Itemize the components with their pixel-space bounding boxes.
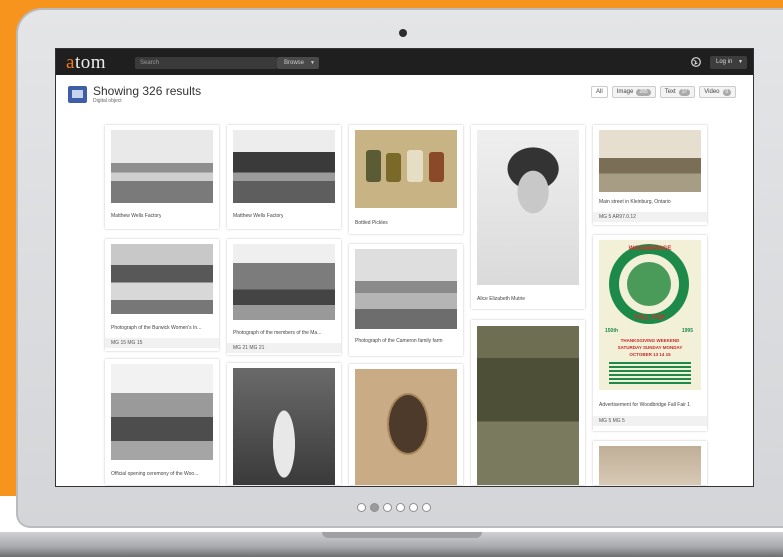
portrait-photo (599, 446, 701, 485)
chevron-down-icon: ▼ (738, 59, 743, 65)
count-badge: 0 (722, 88, 732, 96)
oval-portrait-photo (355, 369, 457, 485)
factory-photo (111, 130, 213, 203)
browse-button[interactable]: Browse ▼ (277, 57, 319, 69)
result-card[interactable]: Photograph of the Burwick Women's In... … (105, 239, 219, 351)
group-photo (111, 244, 213, 314)
result-card[interactable]: Matthew Wells Factory (105, 125, 219, 229)
result-card[interactable]: Photograph of the Cameron family farm (349, 244, 463, 356)
filter-text[interactable]: Text 37 (659, 86, 696, 98)
media-type-filters: All Image 285 Text 37 Video 0 (591, 86, 737, 98)
webcam (399, 29, 407, 37)
count-badge: 285 (636, 88, 651, 96)
ceremony-photo (111, 364, 213, 460)
search-input[interactable]: Search (135, 57, 277, 69)
carousel-dot[interactable] (383, 503, 392, 512)
result-card[interactable]: Official opening ceremony of the Woo... (105, 359, 219, 485)
result-card[interactable] (471, 320, 585, 485)
filter-video[interactable]: Video 0 (699, 86, 737, 98)
poster-title: WOODBRIDGE (628, 246, 672, 252)
result-card[interactable]: Matthew Wells Factory (227, 125, 341, 229)
fall-fair-poster: WOODBRIDGE FALL FAIR 150th 1995 THANKSGI… (599, 240, 701, 390)
result-card[interactable] (227, 363, 341, 485)
portrait-dress-photo (233, 368, 335, 485)
portrait-photo (477, 130, 579, 285)
result-card[interactable] (349, 364, 463, 485)
filter-image[interactable]: Image 285 (611, 86, 656, 98)
carousel-dot[interactable] (396, 503, 405, 512)
carousel-pagination (357, 503, 431, 512)
top-navigation-bar: atom Search Browse ▼ Log in ▼ (56, 49, 753, 75)
laptop-notch (322, 532, 482, 538)
main-street-photo (599, 130, 701, 192)
chevron-down-icon: ▼ (310, 60, 315, 66)
carousel-dot[interactable] (357, 503, 366, 512)
carousel-dot-active[interactable] (370, 503, 379, 512)
result-card[interactable]: WOODBRIDGE FALL FAIR 150th 1995 THANKSGI… (593, 235, 707, 431)
result-card[interactable]: Bottled Pickles (349, 125, 463, 234)
result-card[interactable]: Photograph of the members of the Ma... M… (227, 239, 341, 355)
result-card[interactable]: Alice Elizabeth Mutrie (471, 125, 585, 309)
digital-object-icon (68, 86, 87, 103)
results-title: Showing 326 results (93, 84, 202, 98)
result-card[interactable]: Main street in Kleinburg, Ontario MG 5 A… (593, 125, 707, 225)
farm-photo (355, 249, 457, 329)
results-subtitle: Digital object (93, 98, 122, 104)
count-badge: 37 (678, 88, 691, 96)
filter-all[interactable]: All (591, 86, 608, 98)
group-photo (233, 244, 335, 320)
laptop-screen: atom Search Browse ▼ Log in ▼ Showing 326 … (55, 48, 754, 487)
poster-subtitle: FALL FAIR (634, 315, 666, 321)
result-card[interactable] (593, 441, 707, 485)
carousel-dot[interactable] (422, 503, 431, 512)
factory-photo (233, 130, 335, 203)
pickles-photo (355, 130, 457, 208)
atom-logo[interactable]: atom (66, 52, 106, 74)
globe-icon[interactable] (691, 57, 701, 67)
carousel-dot[interactable] (409, 503, 418, 512)
soldiers-photo (477, 326, 579, 485)
login-button[interactable]: Log in ▼ (710, 56, 747, 69)
